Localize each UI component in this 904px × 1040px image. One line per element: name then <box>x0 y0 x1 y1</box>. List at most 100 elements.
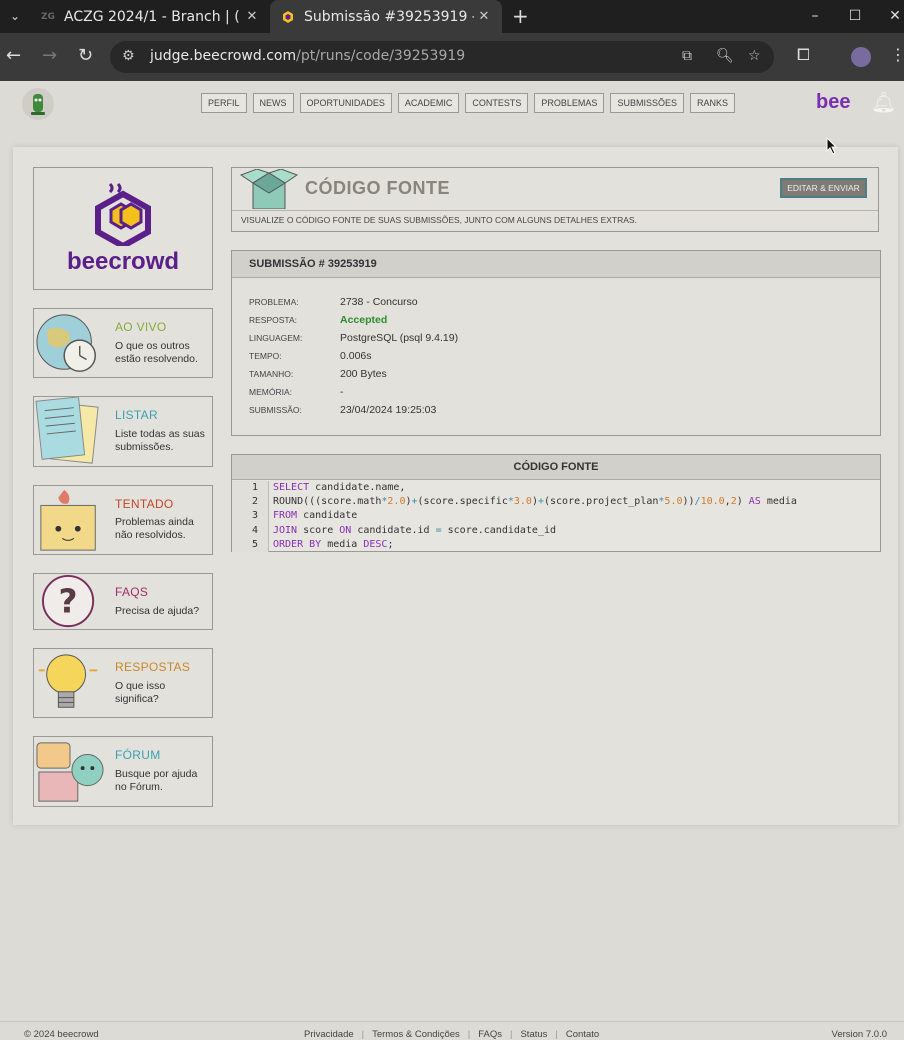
detail-label: LINGUAGEM: <box>249 333 303 343</box>
nav-perfil[interactable]: PERFIL <box>201 93 247 113</box>
tab-search-icon[interactable]: ⌄ <box>4 5 26 27</box>
site-footer: © 2024 beecrowd Privacidade | Termos & C… <box>0 1021 904 1040</box>
site-info-icon[interactable]: ⚙ <box>122 48 135 64</box>
beecrowd-favicon-icon <box>280 9 296 25</box>
page-title: CÓDIGO FONTE <box>305 178 450 198</box>
page-subtitle: VISUALIZE O CÓDIGO FONTE DE SUAS SUBMISS… <box>241 215 637 225</box>
detail-label: TAMANHO: <box>249 369 294 379</box>
nav-submissoes[interactable]: SUBMISSÕES <box>610 93 684 113</box>
status-badge: Accepted <box>340 314 388 326</box>
sidebar-item-faqs[interactable]: ? FAQS Precisa de ajuda? <box>33 573 213 630</box>
code-line[interactable]: ROUND(((score.math*2.0)+(score.specific*… <box>273 496 797 507</box>
sidebar-item-listar[interactable]: LISTAR Liste todas as suas submissões. <box>33 396 213 467</box>
copyright: © 2024 beecrowd <box>24 1029 99 1040</box>
beecrowd-logo[interactable]: beecrowd <box>33 167 213 290</box>
line-number-gutter: 1 2 3 4 5 <box>232 481 269 552</box>
footer-link-termos[interactable]: Termos & Condições <box>372 1029 460 1040</box>
profile-avatar[interactable] <box>851 47 871 67</box>
sidebar-item-title: FAQS <box>115 585 149 599</box>
separator: | <box>467 1029 471 1040</box>
detail-value: - <box>340 386 344 398</box>
detail-row-resposta: RESPOSTA: Accepted <box>249 313 387 327</box>
document-list-icon <box>35 397 99 464</box>
question-mark-icon: ? <box>42 574 95 628</box>
detail-value: 200 Bytes <box>340 368 387 380</box>
back-icon[interactable]: ← <box>6 45 21 66</box>
forward-icon[interactable]: → <box>42 45 57 66</box>
detail-label: TEMPO: <box>249 351 282 361</box>
sidebar-item-desc: O que isso significa? <box>115 680 166 705</box>
footer-link-status[interactable]: Status <box>520 1029 547 1040</box>
footer-link-contato[interactable]: Contato <box>566 1029 599 1040</box>
maximize-icon[interactable]: ☐ <box>843 4 867 28</box>
sidebar-item-ao-vivo[interactable]: AO VIVO O que os outros estão resolvendo… <box>33 308 213 378</box>
tab-title: Submissão #39253919 - b <box>304 8 474 25</box>
mouse-cursor-icon <box>826 137 838 155</box>
browser-tab-submission[interactable]: Submissão #39253919 - b ✕ <box>270 0 502 33</box>
sidebar-item-title: TENTADO <box>115 497 174 511</box>
address-bar[interactable]: ⚙ judge.beecrowd.com/pt/runs/code/392539… <box>110 41 774 73</box>
footer-link-privacidade[interactable]: Privacidade <box>304 1029 354 1040</box>
site-header: PERFIL NEWS OPORTUNIDADES ACADEMIC CONTE… <box>0 81 904 127</box>
detail-row-linguagem: LINGUAGEM: PostgreSQL (psql 9.4.19) <box>249 331 458 345</box>
bookmark-star-icon[interactable]: ☆ <box>748 48 761 64</box>
box-character-icon <box>40 489 96 551</box>
reload-icon[interactable]: ↻ <box>78 45 93 66</box>
user-avatar[interactable] <box>22 88 54 120</box>
close-window-icon[interactable]: ✕ <box>883 4 904 28</box>
sidebar-item-forum[interactable]: FÓRUM Busque por ajuda no Fórum. <box>33 736 213 807</box>
footer-links: Privacidade | Termos & Condições | FAQs … <box>304 1029 599 1040</box>
install-app-icon[interactable]: ⧉ <box>682 48 692 64</box>
browser-tab-aczg[interactable]: ZG ACZG 2024/1 - Branch | ( ✕ <box>30 0 270 33</box>
code-line[interactable]: ORDER BY media DESC; <box>273 539 393 550</box>
new-tab-icon[interactable]: + <box>512 4 529 28</box>
separator: | <box>510 1029 513 1040</box>
source-code-heading: CÓDIGO FONTE <box>232 455 880 480</box>
sidebar-item-desc: Busque por ajuda no Fórum. <box>115 768 198 793</box>
zoom-icon[interactable]: 🔍︎ <box>716 48 734 64</box>
separator: | <box>361 1029 365 1040</box>
forum-chat-icon <box>36 742 104 802</box>
beecrowd-logo-mark-icon <box>95 182 151 246</box>
close-tab-icon[interactable]: ✕ <box>242 9 262 24</box>
page-header: CÓDIGO FONTE EDITAR & ENVIAR VISUALIZE O… <box>231 167 879 232</box>
url-text[interactable]: judge.beecrowd.com/pt/runs/code/39253919 <box>150 48 465 64</box>
detail-label: SUBMISSÃO: <box>249 405 302 415</box>
notification-bell-icon[interactable]: 🔔︎ <box>871 90 896 114</box>
code-line[interactable]: FROM candidate <box>273 510 357 521</box>
nav-oportunidades[interactable]: OPORTUNIDADES <box>299 93 392 113</box>
sidebar-item-tentado[interactable]: TENTADO Problemas ainda não resolvidos. <box>33 485 213 555</box>
nav-academic[interactable]: ACADEMIC <box>397 93 460 113</box>
globe-clock-icon <box>36 314 96 372</box>
nav-contests[interactable]: CONTESTS <box>465 93 529 113</box>
version-label: Version 7.0.0 <box>831 1029 887 1040</box>
top-navigation: PERFIL NEWS OPORTUNIDADES ACADEMIC CONTE… <box>201 93 735 113</box>
detail-row-memoria: MEMÓRIA: - <box>249 385 344 399</box>
sidebar-item-title: AO VIVO <box>115 320 167 334</box>
nav-news[interactable]: NEWS <box>252 93 294 113</box>
extensions-icon[interactable]: ⧠ <box>797 45 810 65</box>
sidebar-item-title: LISTAR <box>115 408 158 422</box>
detail-value: PostgreSQL (psql 9.4.19) <box>340 332 459 344</box>
problem-link[interactable]: 2738 - Concurso <box>340 296 418 308</box>
tab-title: ACZG 2024/1 - Branch | ( <box>64 8 240 25</box>
sidebar-item-desc: O que os outros estão resolvendo. <box>115 340 198 365</box>
line-number: 3 <box>251 510 258 521</box>
close-tab-icon[interactable]: ✕ <box>474 9 494 24</box>
footer-link-faqs[interactable]: FAQs <box>478 1029 502 1040</box>
browser-menu-icon[interactable]: ⋮ <box>890 45 904 64</box>
sidebar-item-respostas[interactable]: RESPOSTAS O que isso significa? <box>33 648 213 718</box>
edit-and-submit-button[interactable]: EDITAR & ENVIAR <box>780 178 867 198</box>
line-number: 2 <box>251 496 258 507</box>
code-line[interactable]: SELECT candidate.name, <box>273 482 405 493</box>
browser-tab-bar: ⌄ ZG ACZG 2024/1 - Branch | ( ✕ Submissã… <box>0 0 904 33</box>
nav-problemas[interactable]: PROBLEMAS <box>534 93 605 113</box>
bee-brand-link[interactable]: bee <box>816 91 850 114</box>
code-line[interactable]: JOIN score ON candidate.id = score.candi… <box>273 525 556 536</box>
nav-ranks[interactable]: RANKS <box>689 93 735 113</box>
minimize-icon[interactable]: – <box>803 4 827 28</box>
detail-row-submissao: SUBMISSÃO: 23/04/2024 19:25:03 <box>249 403 436 417</box>
detail-row-problema: PROBLEMA: 2738 - Concurso <box>249 295 418 309</box>
zg-favicon-icon: ZG <box>41 11 55 22</box>
detail-label: MEMÓRIA: <box>249 387 292 397</box>
